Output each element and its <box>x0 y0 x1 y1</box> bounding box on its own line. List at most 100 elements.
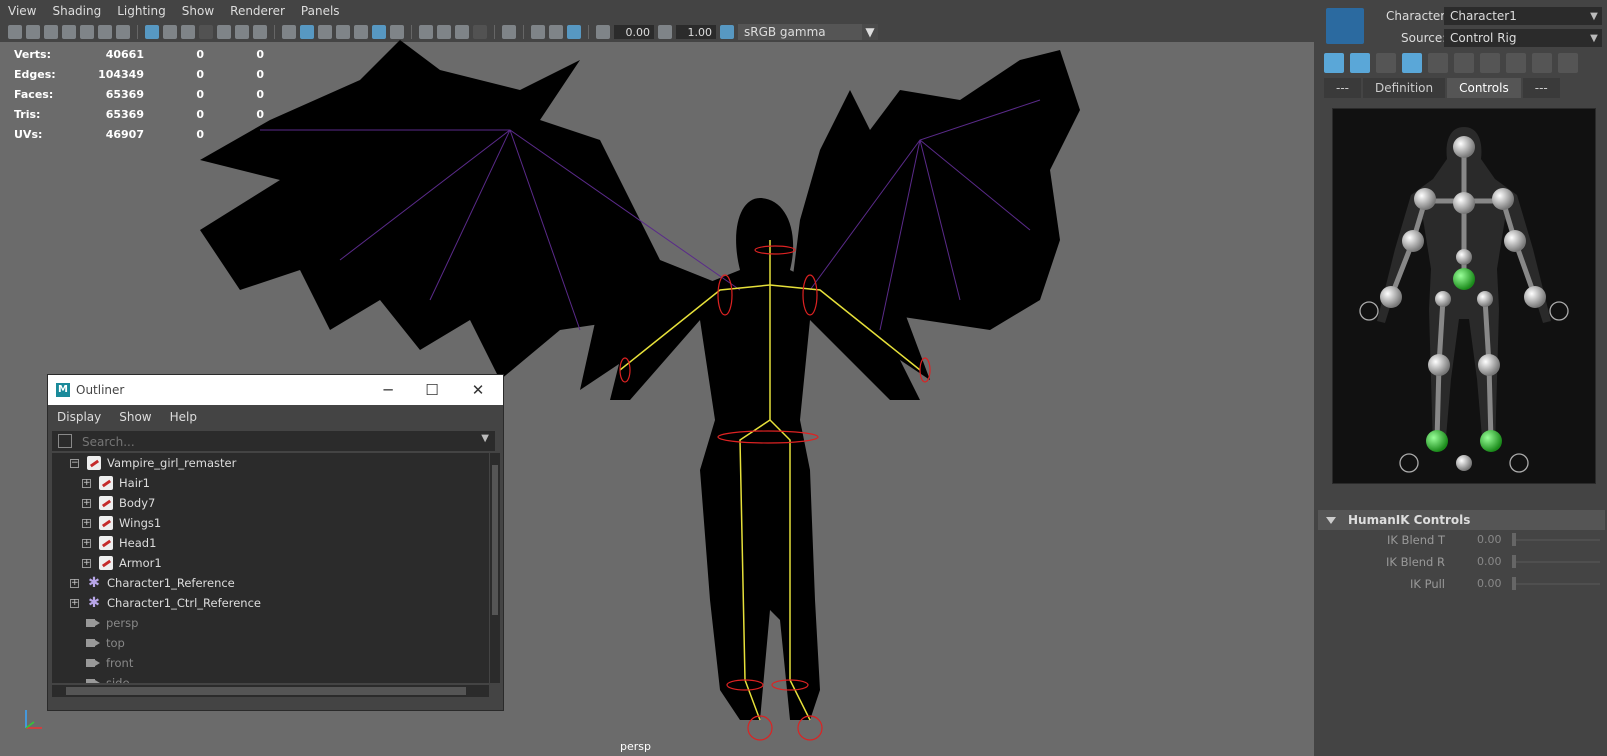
right-hip-effector[interactable] <box>1477 291 1493 307</box>
chevron-down-icon: ▼ <box>1590 10 1598 22</box>
left-wrist-effector[interactable] <box>1380 286 1402 308</box>
right-wing-mesh <box>790 50 1080 330</box>
close-icon[interactable]: ✕ <box>456 375 500 405</box>
ik-blend-t-track[interactable] <box>1512 539 1600 541</box>
body-part-icon[interactable] <box>1350 53 1370 73</box>
ik-blend-r-track[interactable] <box>1512 561 1600 563</box>
chest-effector[interactable] <box>1453 192 1475 214</box>
character-label: Character: <box>1386 9 1450 23</box>
outliner-titlebar[interactable]: M Outliner ─ ☐ ✕ <box>48 375 503 405</box>
left-knee-effector[interactable] <box>1428 354 1450 376</box>
menu-display[interactable]: Display <box>48 410 110 424</box>
stance-pose-icon[interactable] <box>1454 53 1474 73</box>
right-foot-expand-icon[interactable] <box>1509 453 1529 473</box>
fk-pose-icon[interactable] <box>1402 53 1422 73</box>
tab-controls[interactable]: Controls <box>1447 78 1521 98</box>
ik-pull-track[interactable] <box>1512 583 1600 585</box>
hik-reference-icon: ✱ <box>88 595 100 611</box>
ik-pull-field[interactable]: 0.00 <box>1477 577 1511 590</box>
left-hip-effector[interactable] <box>1435 291 1451 307</box>
tree-item-side[interactable]: side <box>86 673 130 683</box>
horizontal-scrollbar[interactable] <box>52 685 489 697</box>
floor-effector[interactable] <box>1456 455 1472 471</box>
outliner-window[interactable]: M Outliner ─ ☐ ✕ Display Show Help ▼ − V… <box>47 374 504 711</box>
scrollbar-thumb[interactable] <box>66 687 466 695</box>
humanik-panel: Character: Character1 ▼ Source: Control … <box>1316 0 1607 756</box>
tree-item-front[interactable]: front <box>86 653 133 673</box>
expand-icon[interactable]: + <box>70 578 79 588</box>
ik-blend-r-field[interactable]: 0.00 <box>1477 555 1511 568</box>
source-dropdown[interactable]: Control Rig ▼ <box>1444 29 1602 47</box>
filter-icon[interactable] <box>58 434 72 448</box>
left-hand-expand-icon[interactable] <box>1359 301 1379 321</box>
tree-item-vampire-girl[interactable]: − Vampire_girl_remaster <box>70 453 236 473</box>
right-hand-expand-icon[interactable] <box>1549 301 1569 321</box>
menu-help[interactable]: Help <box>161 410 206 424</box>
pin-rotate-icon[interactable] <box>1506 53 1526 73</box>
expand-icon[interactable]: + <box>82 498 91 508</box>
ik-blend-t-handle[interactable] <box>1512 533 1516 546</box>
collapse-triangle-icon <box>1326 516 1336 524</box>
left-elbow-effector[interactable] <box>1402 230 1424 252</box>
source-value: Control Rig <box>1450 31 1517 45</box>
expand-icon[interactable]: + <box>82 478 91 488</box>
tree-item-top[interactable]: top <box>86 633 125 653</box>
ik-pull-label: IK Pull <box>1410 577 1445 591</box>
tree-item-character1-reference[interactable]: + ✱ Character1_Reference <box>70 573 235 593</box>
pin-none-icon[interactable] <box>1532 53 1552 73</box>
figure-svg <box>1359 127 1569 473</box>
outliner-tree[interactable]: − Vampire_girl_remaster + Hair1 + Body7 … <box>52 453 489 683</box>
tree-item-armor1[interactable]: + Armor1 <box>82 553 162 573</box>
tree-item-head1[interactable]: + Head1 <box>82 533 156 553</box>
vertical-scrollbar[interactable] <box>490 453 500 683</box>
ik-pose-icon[interactable] <box>1428 53 1448 73</box>
tree-item-character1-ctrl-reference[interactable]: + ✱ Character1_Ctrl_Reference <box>70 593 261 613</box>
ik-blend-r-slider-row: IK Blend R 0.00 <box>1316 552 1607 572</box>
left-ankle-effector[interactable] <box>1426 430 1448 452</box>
tree-item-hair1[interactable]: + Hair1 <box>82 473 150 493</box>
maximize-icon[interactable]: ☐ <box>410 375 454 405</box>
tab-collapse-left[interactable]: --- <box>1324 78 1361 98</box>
right-knee-effector[interactable] <box>1478 354 1500 376</box>
scrollbar-thumb[interactable] <box>492 465 498 615</box>
tab-definition[interactable]: Definition <box>1363 78 1446 98</box>
pin-translate-icon[interactable] <box>1480 53 1500 73</box>
joint-icon <box>99 536 113 550</box>
axis-gizmo <box>25 710 42 729</box>
humanik-character-figure[interactable] <box>1332 108 1596 484</box>
humanik-controls-header[interactable]: HumanIK Controls <box>1318 510 1605 530</box>
spine-effector[interactable] <box>1456 249 1472 265</box>
character-dropdown[interactable]: Character1 ▼ <box>1444 7 1602 25</box>
left-foot-expand-icon[interactable] <box>1399 453 1419 473</box>
ik-pull-handle[interactable] <box>1512 577 1516 590</box>
selection-only-icon[interactable] <box>1376 53 1396 73</box>
head-effector[interactable] <box>1453 136 1475 158</box>
tab-collapse-right[interactable]: --- <box>1522 78 1560 98</box>
collapse-icon[interactable]: − <box>70 458 79 468</box>
hips-effector[interactable] <box>1453 268 1475 290</box>
minimize-icon[interactable]: ─ <box>366 375 410 405</box>
ik-blend-r-label: IK Blend R <box>1386 555 1445 569</box>
tree-item-body7[interactable]: + Body7 <box>82 493 155 513</box>
ik-blend-t-field[interactable]: 0.00 <box>1477 533 1511 546</box>
reach-icon[interactable] <box>1558 53 1578 73</box>
humanik-logo-icon[interactable] <box>1326 8 1364 44</box>
expand-icon[interactable]: + <box>82 538 91 548</box>
expand-icon[interactable]: + <box>82 558 91 568</box>
right-wrist-effector[interactable] <box>1524 286 1546 308</box>
left-shoulder-effector[interactable] <box>1414 188 1436 210</box>
expand-icon[interactable]: + <box>82 518 91 528</box>
expand-icon[interactable]: + <box>70 598 79 608</box>
ik-blend-r-handle[interactable] <box>1512 555 1516 568</box>
tree-item-wings1[interactable]: + Wings1 <box>82 513 161 533</box>
joint-icon <box>87 456 101 470</box>
menu-show[interactable]: Show <box>110 410 160 424</box>
humanik-controls-title: HumanIK Controls <box>1348 513 1471 527</box>
chevron-down-icon[interactable]: ▼ <box>481 433 489 444</box>
right-ankle-effector[interactable] <box>1480 430 1502 452</box>
tree-item-persp[interactable]: persp <box>86 613 138 633</box>
full-body-ik-icon[interactable] <box>1324 53 1344 73</box>
right-shoulder-effector[interactable] <box>1492 188 1514 210</box>
outliner-search-input[interactable] <box>80 433 474 451</box>
right-elbow-effector[interactable] <box>1504 230 1526 252</box>
